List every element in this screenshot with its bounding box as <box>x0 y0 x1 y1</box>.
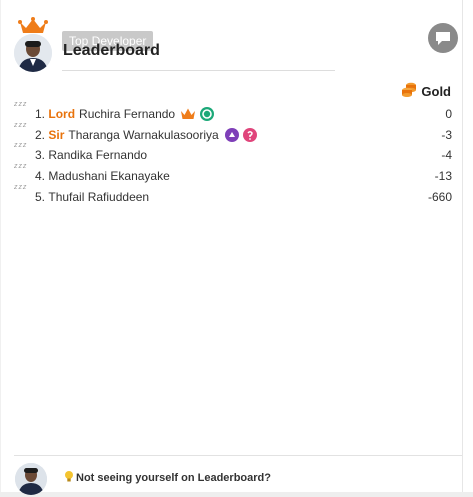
purple-badge-icon[interactable] <box>224 128 239 142</box>
idle-icon: z z z <box>14 142 26 149</box>
footer-avatar[interactable] <box>15 463 47 495</box>
rank: 3. <box>35 148 46 162</box>
leaderboard-panel <box>0 0 463 492</box>
crown-icon <box>18 17 48 40</box>
rank: 2. <box>35 128 46 142</box>
pink-badge-icon[interactable] <box>242 128 257 142</box>
panel-bottom-strip <box>0 492 473 497</box>
idle-icon: z z z <box>14 122 26 129</box>
green-badge-icon[interactable] <box>200 107 215 121</box>
member-name[interactable]: Randika Fernando <box>48 148 147 162</box>
rank-title: Lord <box>48 107 76 121</box>
member-name[interactable]: Ruchira Fernando <box>79 107 175 121</box>
gold-coins-icon <box>401 81 417 102</box>
gold-value: -3 <box>441 128 452 142</box>
footer-prompt-text: Not seeing yourself on Leaderboard? <box>76 472 271 484</box>
chat-icon <box>436 32 450 45</box>
rank: 5. <box>35 190 46 204</box>
idle-icon: z z z <box>14 101 26 108</box>
leaderboard-row[interactable]: z z z 1. Lord Ruchira Fernando 0 <box>14 101 452 127</box>
leaderboard-row[interactable]: z z z 2. Sir Tharanga Warnakulasooriya -… <box>14 122 452 148</box>
gold-label: Gold <box>421 84 451 99</box>
gold-value: -660 <box>427 190 452 204</box>
lightbulb-icon <box>64 470 74 486</box>
rank-title: Sir <box>48 128 65 142</box>
idle-icon: z z z <box>14 163 26 170</box>
crown-icon <box>180 107 196 121</box>
footer-divider <box>14 455 462 456</box>
gold-value: 0 <box>445 107 452 121</box>
rank: 1. <box>35 107 46 121</box>
leaderboard-row[interactable]: z z z 4. Madushani Ekanayake -13 <box>14 163 452 189</box>
gold-column-header: Gold <box>401 81 451 102</box>
rank: 4. <box>35 169 46 183</box>
member-name[interactable]: Thufail Rafiuddeen <box>48 190 149 204</box>
title-divider <box>62 70 335 71</box>
leaderboard-row[interactable]: z z z 3. Randika Fernando -4 <box>14 142 452 168</box>
page-title: Leaderboard <box>63 42 160 59</box>
chat-button[interactable] <box>428 23 458 53</box>
footer-prompt[interactable]: Not seeing yourself on Leaderboard? <box>64 470 271 486</box>
idle-icon: z z z <box>14 184 26 191</box>
leaderboard-row[interactable]: z z z 5. Thufail Rafiuddeen -660 <box>14 184 452 210</box>
member-name[interactable]: Tharanga Warnakulasooriya <box>68 128 218 142</box>
member-name[interactable]: Madushani Ekanayake <box>48 169 169 183</box>
gold-value: -13 <box>434 169 452 183</box>
gold-value: -4 <box>441 148 452 162</box>
